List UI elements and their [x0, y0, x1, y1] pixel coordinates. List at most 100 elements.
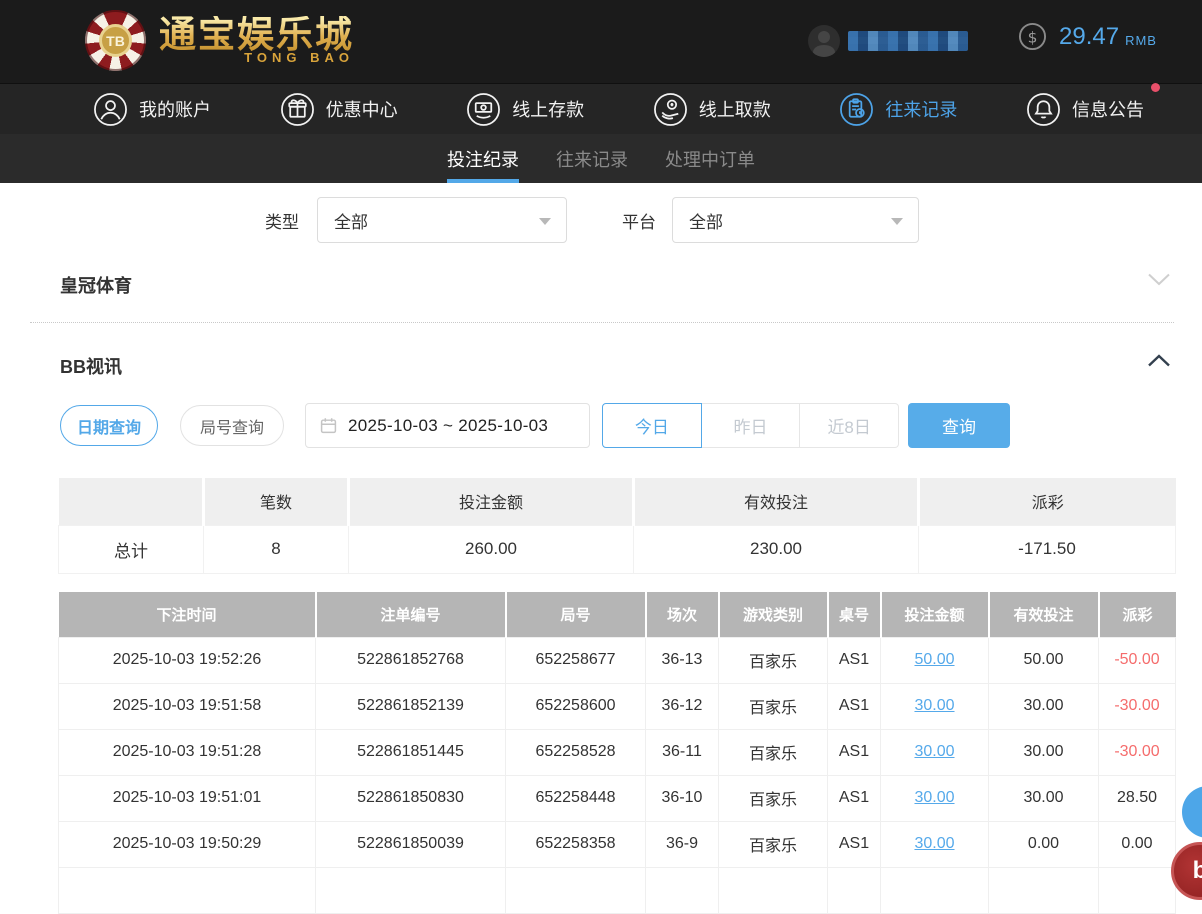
brand-subtitle: TONG BAO	[244, 50, 354, 65]
main-nav: 我的账户 优惠中心 线上存款 线上取款 往来记录 信息公告	[0, 82, 1202, 134]
valid-bet-cell: 30.00	[988, 682, 1099, 730]
chip-monogram: TB	[99, 24, 132, 57]
table-id-cell: AS1	[827, 682, 881, 730]
section-divider	[30, 322, 1174, 323]
nav-item-deposit[interactable]: 线上存款	[466, 92, 584, 127]
bet-amount-link[interactable]: 30.00	[914, 789, 954, 806]
bet-time-cell: 2025-10-03 19:51:01	[58, 774, 316, 822]
notification-dot	[1150, 82, 1160, 92]
nav-item-transaction-records[interactable]: 往来记录	[839, 92, 957, 127]
order-id-cell: 522861852139	[315, 682, 506, 730]
header-session: 场次	[645, 592, 720, 637]
header-valid-bet: 有效投注	[988, 592, 1100, 637]
balance-currency: RMB	[1125, 32, 1157, 48]
nav-label: 往来记录	[885, 100, 958, 120]
session-cell: 36-9	[645, 820, 719, 868]
header-round-id: 局号	[505, 592, 647, 637]
summary-bet-amount: 260.00	[348, 524, 634, 574]
bet-amount-link[interactable]: 30.00	[914, 835, 954, 852]
chevron-up-icon[interactable]	[1148, 354, 1170, 367]
balance-amount: 29.47	[1059, 22, 1120, 50]
date-query-button[interactable]: 日期查询	[60, 405, 158, 446]
bet-amount-link[interactable]: 50.00	[914, 651, 954, 668]
payout-cell: 0.00	[1098, 820, 1176, 868]
summary-header-bet-amount: 投注金额	[348, 478, 635, 525]
round-id-cell: 652258677	[505, 636, 646, 684]
table-row: 2025-10-03 19:51:58 522861852139 6522586…	[58, 682, 1176, 730]
platform-filter-label: 平台	[622, 213, 656, 232]
header-game-type: 游戏类别	[718, 592, 829, 637]
bet-amount-link[interactable]: 30.00	[914, 697, 954, 714]
nav-label: 线上存款	[512, 100, 585, 120]
table-row: 2025-10-03 19:51:01 522861850830 6522584…	[58, 774, 1176, 822]
summary-header-blank	[58, 478, 205, 525]
payout-cell: -30.00	[1098, 728, 1176, 776]
session-cell: 36-11	[645, 728, 719, 776]
records-icon	[840, 92, 874, 126]
user-avatar-icon	[808, 25, 840, 57]
bet-time-cell: 2025-10-03 19:51:58	[58, 682, 316, 730]
section-title-bb-live: BB视讯	[60, 357, 122, 377]
nav-item-my-account[interactable]: 我的账户	[93, 92, 211, 127]
tab-transaction-records[interactable]: 往来记录	[556, 134, 628, 183]
bet-amount-cell: 30.00	[880, 728, 989, 776]
header-bet-amount: 投注金额	[880, 592, 990, 637]
game-type-cell: 百家乐	[718, 636, 828, 684]
table-id-cell: AS1	[827, 820, 881, 868]
platform-select[interactable]: 全部	[672, 197, 919, 243]
brand-logo[interactable]: TB 通宝娱乐城 TONG BAO	[85, 10, 354, 71]
last-8-days-button[interactable]: 近8日	[800, 403, 900, 448]
header-bet-time: 下注时间	[58, 592, 317, 637]
floating-service-button[interactable]	[1182, 786, 1202, 838]
summary-payout: -171.50	[918, 524, 1176, 574]
table-row-partial	[58, 866, 1176, 914]
chevron-down-icon	[539, 218, 551, 225]
summary-header-count: 笔数	[203, 478, 350, 525]
summary-table: 笔数 投注金额 有效投注 派彩 总计 8 260.00 230.00 -171.…	[58, 478, 1176, 574]
nav-item-withdraw[interactable]: 线上取款	[653, 92, 771, 127]
payout-cell: -50.00	[1098, 636, 1176, 684]
nav-label: 信息公告	[1071, 100, 1144, 120]
bet-amount-cell: 50.00	[880, 636, 989, 684]
bet-time-cell: 2025-10-03 19:50:29	[58, 820, 316, 868]
nav-item-announcements[interactable]: 信息公告	[1026, 82, 1160, 127]
payout-cell: -30.00	[1098, 682, 1176, 730]
deposit-icon	[467, 92, 501, 126]
nav-item-promotions[interactable]: 优惠中心	[280, 92, 398, 127]
search-button[interactable]: 查询	[908, 403, 1010, 448]
user-info	[808, 25, 968, 57]
order-id-cell: 522861851445	[315, 728, 506, 776]
type-select[interactable]: 全部	[317, 197, 567, 243]
user-icon	[94, 92, 127, 126]
round-query-button[interactable]: 局号查询	[180, 405, 284, 446]
summary-count: 8	[203, 524, 349, 574]
round-id-cell: 652258358	[505, 820, 646, 868]
header-order-id: 注单编号	[315, 592, 507, 637]
type-filter-label: 类型	[265, 213, 299, 232]
record-tabs: 投注纪录 往来记录 处理中订单	[0, 134, 1202, 183]
yesterday-button[interactable]: 昨日	[701, 403, 801, 448]
tab-bet-records[interactable]: 投注纪录	[447, 134, 519, 183]
table-row: 2025-10-03 19:50:29 522861850039 6522583…	[58, 820, 1176, 868]
date-range-input[interactable]: 2025-10-03 ~ 2025-10-03	[305, 403, 590, 448]
today-button[interactable]: 今日	[602, 403, 702, 448]
withdraw-icon	[653, 92, 687, 126]
payout-cell: 28.50	[1098, 774, 1176, 822]
nav-label: 线上取款	[698, 100, 771, 120]
bet-table-header-row: 下注时间 注单编号 局号 场次 游戏类别 桌号 投注金额 有效投注 派彩	[58, 592, 1176, 637]
bet-table-body: 2025-10-03 19:52:26 522861852768 6522586…	[58, 636, 1176, 868]
summary-header-valid-bet: 有效投注	[633, 478, 920, 525]
round-id-cell: 652258600	[505, 682, 646, 730]
calendar-icon	[320, 418, 337, 434]
date-range-value: 2025-10-03 ~ 2025-10-03	[348, 415, 549, 435]
order-id-cell: 522861852768	[315, 636, 506, 684]
summary-header-row: 笔数 投注金额 有效投注 派彩	[58, 478, 1176, 525]
bet-amount-link[interactable]: 30.00	[914, 743, 954, 760]
bet-amount-cell: 30.00	[880, 820, 989, 868]
top-header: TB 通宝娱乐城 TONG BAO $ 29.47 RMB	[0, 0, 1202, 83]
tab-pending-orders[interactable]: 处理中订单	[665, 134, 755, 183]
summary-total-label: 总计	[58, 524, 204, 574]
chevron-down-icon[interactable]	[1148, 273, 1170, 286]
table-row: 2025-10-03 19:51:28 522861851445 6522585…	[58, 728, 1176, 776]
nav-label: 优惠中心	[325, 100, 398, 120]
